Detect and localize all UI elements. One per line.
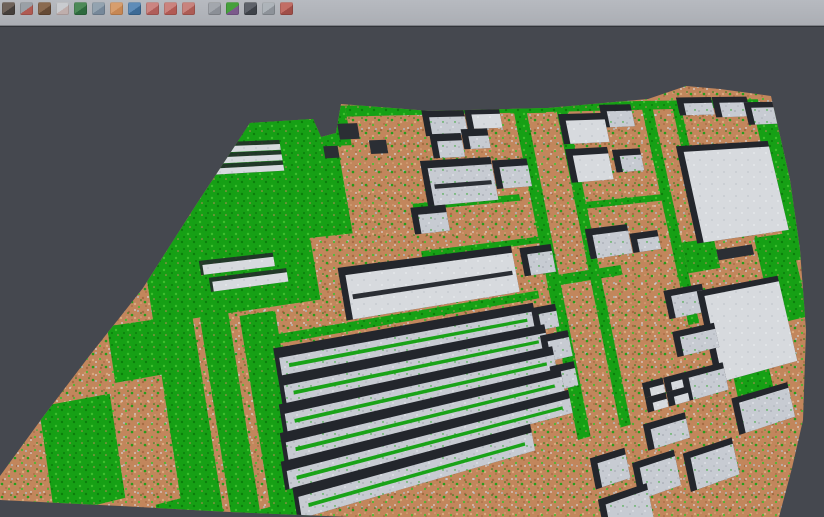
- selection-brackets-icon[interactable]: [182, 2, 195, 15]
- building-roof: [607, 111, 635, 128]
- vegetation-patch: [682, 238, 721, 273]
- measure-icon[interactable]: [280, 2, 293, 15]
- open-project-icon[interactable]: [2, 2, 15, 15]
- building-roof: [471, 114, 502, 129]
- building-roof: [566, 119, 610, 143]
- building-roof: [684, 103, 715, 116]
- 3d-viewport[interactable]: [0, 0, 824, 517]
- ground-class-icon[interactable]: [110, 2, 123, 15]
- scene-canvas[interactable]: [0, 0, 824, 517]
- building-roof: [418, 212, 450, 234]
- vegetation-patch: [507, 96, 546, 114]
- building-roof: [573, 153, 614, 182]
- dark-sphere-icon[interactable]: [244, 2, 257, 15]
- building-roof: [527, 251, 556, 276]
- building-roof: [468, 136, 490, 150]
- profile-view-icon[interactable]: [92, 2, 105, 15]
- dark-structure: [337, 123, 360, 140]
- mesh-grid-icon[interactable]: [262, 2, 275, 15]
- filter-tool-icon[interactable]: [208, 2, 221, 15]
- vegetation-icon[interactable]: [74, 2, 87, 15]
- classification-map-icon[interactable]: [226, 2, 239, 15]
- point-cloud-icon[interactable]: [20, 2, 33, 15]
- dark-structure: [323, 146, 339, 159]
- layers-icon[interactable]: [146, 2, 159, 15]
- target-circle-icon[interactable]: [164, 2, 177, 15]
- building-roof: [437, 140, 465, 158]
- ortho-texture-icon[interactable]: [56, 2, 69, 15]
- dark-structure: [369, 140, 389, 154]
- building-roof: [499, 165, 532, 188]
- terrain-icon[interactable]: [38, 2, 51, 15]
- application-window: [0, 0, 824, 517]
- globe-icon[interactable]: [128, 2, 141, 15]
- main-toolbar: [0, 0, 824, 26]
- building-roof: [751, 107, 780, 124]
- building-roof: [620, 155, 645, 172]
